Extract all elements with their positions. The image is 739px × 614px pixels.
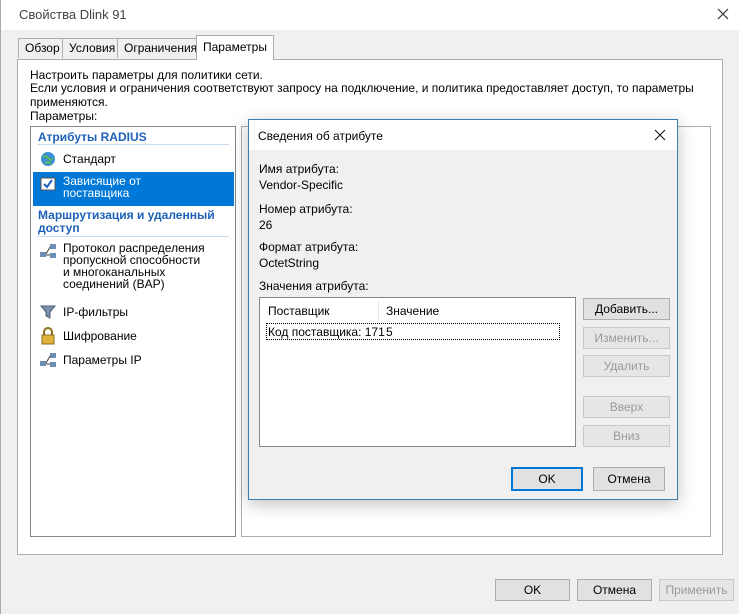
nav-label-line-2: поставщика <box>63 186 130 200</box>
attr-number-value: 26 <box>259 218 273 232</box>
nav-label: IP-фильтры <box>63 305 129 319</box>
dialog-title-bar: Сведения об атрибуте <box>249 120 677 150</box>
nav-label: Шифрование <box>63 329 137 343</box>
attribute-info-dialog: Сведения об атрибуте Имя атрибута: Vendo… <box>248 119 678 500</box>
nav-item-ip-filters[interactable]: IP-фильтры <box>39 303 233 321</box>
cancel-button[interactable]: Отмена <box>577 579 652 601</box>
nav-item-encryption[interactable]: Шифрование <box>39 327 233 345</box>
column-header-value[interactable]: Значение <box>386 304 439 318</box>
button-label: Добавить... <box>594 302 659 316</box>
network-icon <box>40 244 56 258</box>
attr-name-label: Имя атрибута: <box>259 162 339 176</box>
description-line-1: Настроить параметры для политики сети. <box>30 68 263 82</box>
divider <box>37 144 229 145</box>
nav-header-line-2: доступ <box>38 221 80 235</box>
attr-name-value: Vendor-Specific <box>259 178 344 192</box>
attr-format-label: Формат атрибута: <box>259 240 359 254</box>
params-label: Параметры: <box>30 109 98 123</box>
window-title: Свойства Dlink 91 <box>19 7 127 22</box>
apply-button[interactable]: Применить <box>659 579 734 601</box>
nav-item-bap[interactable]: Протокол распределения пропускной способ… <box>39 242 233 294</box>
divider <box>37 236 229 237</box>
button-label: OK <box>523 583 542 597</box>
button-label: Отмена <box>607 472 651 486</box>
lock-icon <box>41 327 55 345</box>
nav-item-standard[interactable]: Стандарт <box>37 150 233 168</box>
dialog-ok-button[interactable]: OK <box>511 467 583 491</box>
nav-label: Параметры IP <box>63 353 142 367</box>
button-label: Отмена <box>592 583 637 597</box>
nav-item-vendor-specific[interactable]: Зависящие от поставщика <box>33 172 234 206</box>
cell-value: 5 <box>386 325 393 339</box>
move-up-button[interactable]: Вверх <box>583 396 670 418</box>
close-icon <box>654 129 666 141</box>
edit-button[interactable]: Изменить... <box>583 327 670 349</box>
attr-format-value: OctetString <box>259 256 320 270</box>
filter-icon <box>39 305 57 319</box>
description-line-2: Если условия и ограничения соответствуют… <box>30 81 694 109</box>
nav-header-routing: Маршрутизация и удаленный доступ <box>38 209 215 235</box>
delete-button[interactable]: Удалить <box>583 355 670 377</box>
tab-conditions[interactable]: Условия <box>62 38 123 58</box>
add-button[interactable]: Добавить... <box>583 298 670 320</box>
nav-label: Стандарт <box>63 152 116 166</box>
tab-label: Ограничения <box>124 41 198 55</box>
dialog-title: Сведения об атрибуте <box>258 129 383 143</box>
settings-tree: Атрибуты RADIUS Стандарт Зависящие от по… <box>30 126 236 537</box>
nav-header-radius: Атрибуты RADIUS <box>38 130 147 144</box>
network-icon <box>40 353 56 367</box>
tab-settings[interactable]: Параметры <box>196 35 274 60</box>
tab-overview[interactable]: Обзор <box>18 38 67 58</box>
column-header-vendor[interactable]: Поставщик <box>268 304 330 318</box>
dialog-cancel-button[interactable]: Отмена <box>593 467 665 491</box>
globe-icon <box>41 152 55 166</box>
nav-label-line-4: соединений (BAP) <box>63 277 165 291</box>
button-label: Вниз <box>613 429 640 443</box>
column-divider <box>378 302 379 320</box>
button-label: Вверх <box>609 400 644 414</box>
button-label: OK <box>538 472 556 486</box>
cell-vendor: Код поставщика: 171 <box>268 325 385 339</box>
checkbox-icon <box>40 177 56 191</box>
title-bar: Свойства Dlink 91 <box>1 0 739 30</box>
tab-constraints[interactable]: Ограничения <box>117 38 205 58</box>
attr-number-label: Номер атрибута: <box>259 202 353 216</box>
tab-label: Условия <box>69 41 116 55</box>
attribute-values-list[interactable]: Поставщик Значение Код поставщика: 171 5 <box>259 297 576 447</box>
button-label: Удалить <box>603 359 650 373</box>
close-icon <box>717 8 729 20</box>
nav-item-ip-params[interactable]: Параметры IP <box>39 351 233 369</box>
button-label: Применить <box>665 583 728 597</box>
close-button[interactable] <box>709 2 737 26</box>
attr-values-label: Значения атрибута: <box>259 279 369 293</box>
button-label: Изменить... <box>594 331 659 345</box>
tab-label: Параметры <box>203 40 267 54</box>
tab-label: Обзор <box>25 41 60 55</box>
move-down-button[interactable]: Вниз <box>583 425 670 447</box>
ok-button[interactable]: OK <box>495 579 570 601</box>
dialog-close-button[interactable] <box>647 124 673 146</box>
table-row[interactable]: Код поставщика: 171 5 <box>266 323 560 340</box>
